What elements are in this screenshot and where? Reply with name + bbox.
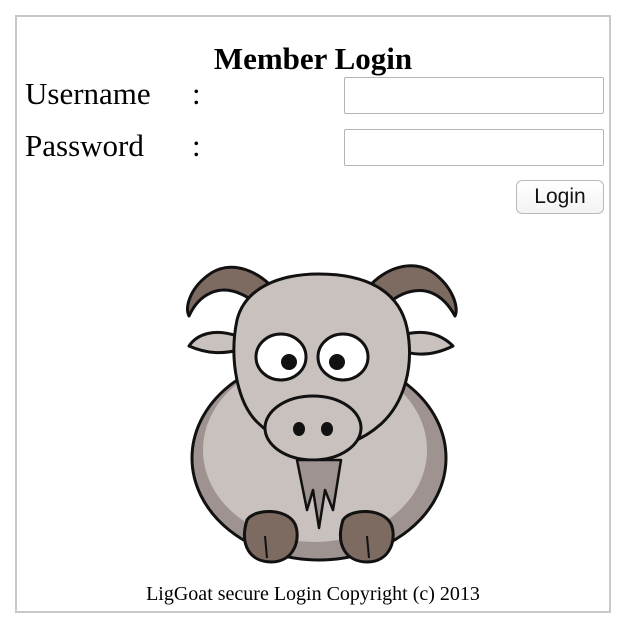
username-separator: : xyxy=(192,76,201,111)
copyright-footer: LigGoat secure Login Copyright (c) 2013 xyxy=(146,583,480,605)
username-label: Username xyxy=(25,76,151,111)
username-input[interactable] xyxy=(344,77,604,114)
login-button[interactable]: Login xyxy=(516,180,604,214)
page-title: Member Login xyxy=(213,41,413,76)
login-panel: Member Login Username : Password : Login xyxy=(15,15,611,613)
password-label: Password xyxy=(25,128,144,163)
password-separator: : xyxy=(192,128,201,163)
goat-mascot-image xyxy=(186,264,458,564)
password-input[interactable] xyxy=(344,129,604,166)
